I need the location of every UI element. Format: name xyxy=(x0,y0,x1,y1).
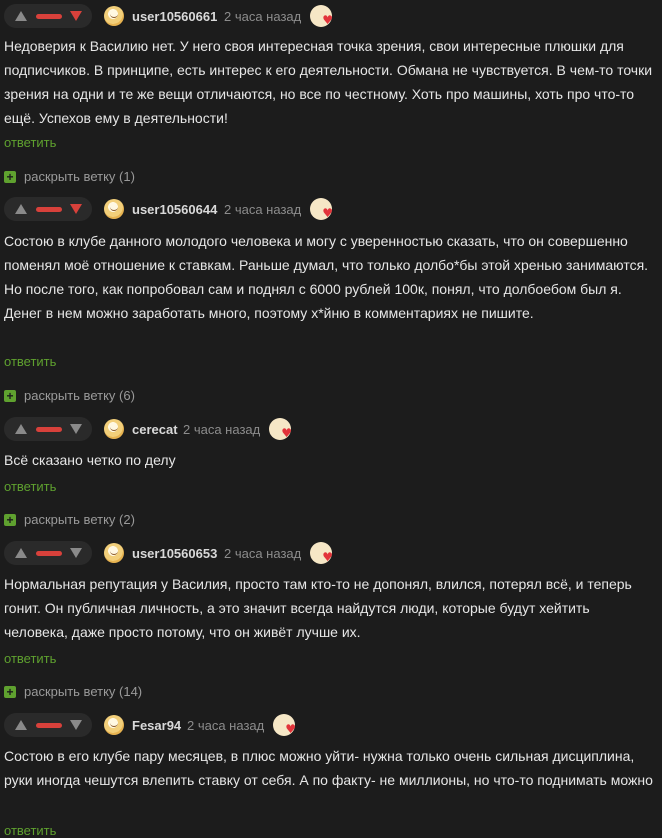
timestamp[interactable]: 2 часа назад xyxy=(183,422,260,437)
heart-badge-icon: ♥ xyxy=(269,418,292,440)
expand-thread-button[interactable]: + раскрыть ветку (1) xyxy=(4,168,204,186)
username[interactable]: user10560644 xyxy=(132,202,217,217)
arrow-up-icon[interactable] xyxy=(15,204,27,214)
arrow-down-icon[interactable] xyxy=(70,424,82,434)
plus-icon: + xyxy=(4,514,16,526)
expand-thread-button[interactable]: + раскрыть ветку (2) xyxy=(4,511,204,529)
avatar[interactable] xyxy=(104,199,124,219)
username[interactable]: user10560661 xyxy=(132,9,217,24)
comment-text: Всё сказано четко по делу xyxy=(4,452,176,468)
plus-icon: + xyxy=(4,686,16,698)
arrow-down-icon[interactable] xyxy=(70,11,82,21)
comment-text: Недоверия к Василию нет. У него своя инт… xyxy=(4,38,653,126)
comment-header: Fesar94 2 часа назад ♥ xyxy=(0,713,662,737)
comment-header: cerecat 2 часа назад ♥ xyxy=(0,417,662,441)
rating-control xyxy=(4,541,92,565)
username[interactable]: user10560653 xyxy=(132,546,217,561)
rating-bar xyxy=(36,723,62,728)
comment-text: Нормальная репутация у Василия, просто т… xyxy=(4,576,632,640)
rating-bar xyxy=(36,551,62,556)
comment-header: user10560661 2 часа назад ♥ xyxy=(0,4,662,28)
reply-link[interactable]: ответить xyxy=(4,651,56,666)
avatar[interactable] xyxy=(104,543,124,563)
rating-control xyxy=(4,713,92,737)
timestamp[interactable]: 2 часа назад xyxy=(224,546,301,561)
timestamp[interactable]: 2 часа назад xyxy=(224,9,301,24)
arrow-up-icon[interactable] xyxy=(15,548,27,558)
expand-thread-label: раскрыть ветку (14) xyxy=(24,684,143,699)
rating-control xyxy=(4,4,92,28)
rating-bar xyxy=(36,14,62,19)
arrow-up-icon[interactable] xyxy=(15,11,27,21)
rating-bar xyxy=(36,427,62,432)
arrow-down-icon[interactable] xyxy=(70,548,82,558)
timestamp[interactable]: 2 часа назад xyxy=(187,718,264,733)
arrow-down-icon[interactable] xyxy=(70,720,82,730)
reply-link[interactable]: ответить xyxy=(4,823,56,838)
expand-thread-label: раскрыть ветку (1) xyxy=(24,169,135,184)
avatar[interactable] xyxy=(104,6,124,26)
reply-link[interactable]: ответить xyxy=(4,354,56,369)
expand-thread-label: раскрыть ветку (2) xyxy=(24,512,135,527)
heart-badge-icon: ♥ xyxy=(310,542,333,564)
reply-link[interactable]: ответить xyxy=(4,479,56,494)
plus-icon: + xyxy=(4,171,16,183)
rating-bar xyxy=(36,207,62,212)
rating-control xyxy=(4,417,92,441)
comment-header: user10560644 2 часа назад ♥ xyxy=(0,197,662,221)
expand-thread-button[interactable]: + раскрыть ветку (6) xyxy=(4,387,204,405)
comment-header: user10560653 2 часа назад ♥ xyxy=(0,541,662,565)
heart-badge-icon: ♥ xyxy=(310,198,333,220)
username[interactable]: Fesar94 xyxy=(132,718,181,733)
comment-text: Состою в его клубе пару месяцев, в плюс … xyxy=(4,748,653,788)
rating-control xyxy=(4,197,92,221)
avatar[interactable] xyxy=(104,715,124,735)
heart-badge-icon: ♥ xyxy=(273,714,296,736)
expand-thread-label: раскрыть ветку (6) xyxy=(24,388,135,403)
arrow-up-icon[interactable] xyxy=(15,424,27,434)
comment-text: Состою в клубе данного молодого человека… xyxy=(4,233,649,321)
arrow-down-icon[interactable] xyxy=(70,204,82,214)
heart-badge-icon: ♥ xyxy=(310,5,333,27)
arrow-up-icon[interactable] xyxy=(15,720,27,730)
reply-link[interactable]: ответить xyxy=(4,135,56,150)
timestamp[interactable]: 2 часа назад xyxy=(224,202,301,217)
expand-thread-button[interactable]: + раскрыть ветку (14) xyxy=(4,683,204,701)
avatar[interactable] xyxy=(104,419,124,439)
plus-icon: + xyxy=(4,390,16,402)
username[interactable]: cerecat xyxy=(132,422,178,437)
